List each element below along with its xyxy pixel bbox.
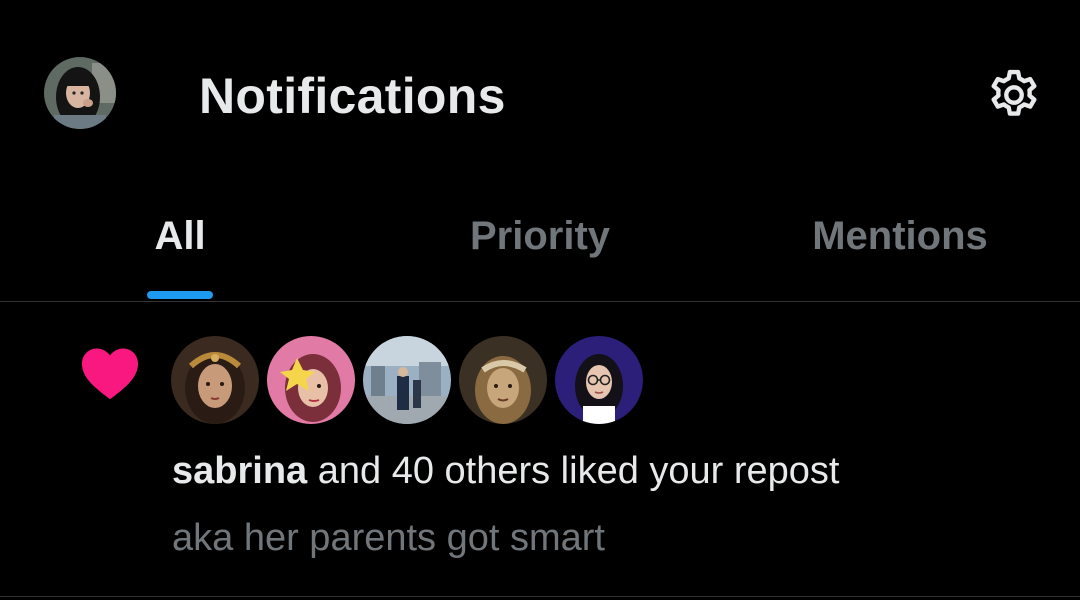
notification-action: and 40 others liked your repost bbox=[307, 450, 840, 492]
post-excerpt: aka her parents got smart bbox=[172, 517, 605, 559]
gear-icon bbox=[991, 69, 1037, 116]
liker-name-link[interactable]: sabrina bbox=[172, 450, 307, 492]
notification-divider bbox=[0, 596, 1080, 597]
liker-avatars bbox=[171, 336, 643, 424]
notifications-screen: Notifications All Priority Mentions sabr… bbox=[0, 0, 1080, 600]
tab-mentions[interactable]: Mentions bbox=[720, 190, 1080, 301]
active-tab-indicator bbox=[147, 291, 213, 299]
tab-all-label: All bbox=[154, 214, 206, 258]
tab-priority-label: Priority bbox=[469, 214, 611, 258]
heart-icon bbox=[82, 348, 138, 400]
avatar[interactable] bbox=[267, 336, 355, 424]
tab-priority[interactable]: Priority bbox=[360, 190, 720, 301]
avatar[interactable] bbox=[171, 336, 259, 424]
profile-avatar-image bbox=[44, 57, 116, 129]
avatar-image bbox=[363, 336, 451, 424]
avatar-image bbox=[459, 336, 547, 424]
tab-mentions-label: Mentions bbox=[812, 214, 988, 258]
profile-avatar[interactable] bbox=[44, 57, 116, 129]
avatar-image bbox=[555, 336, 643, 424]
page-title: Notifications bbox=[199, 68, 506, 124]
avatar[interactable] bbox=[363, 336, 451, 424]
avatar-image bbox=[171, 336, 259, 424]
avatar[interactable] bbox=[555, 336, 643, 424]
avatar-image bbox=[267, 336, 355, 424]
notification-text: sabrina and 40 others liked your repost bbox=[172, 448, 840, 494]
avatar[interactable] bbox=[459, 336, 547, 424]
header: Notifications bbox=[0, 0, 1080, 190]
tab-all[interactable]: All bbox=[0, 190, 360, 301]
tab-bar: All Priority Mentions bbox=[0, 190, 1080, 301]
settings-button[interactable] bbox=[982, 63, 1046, 127]
